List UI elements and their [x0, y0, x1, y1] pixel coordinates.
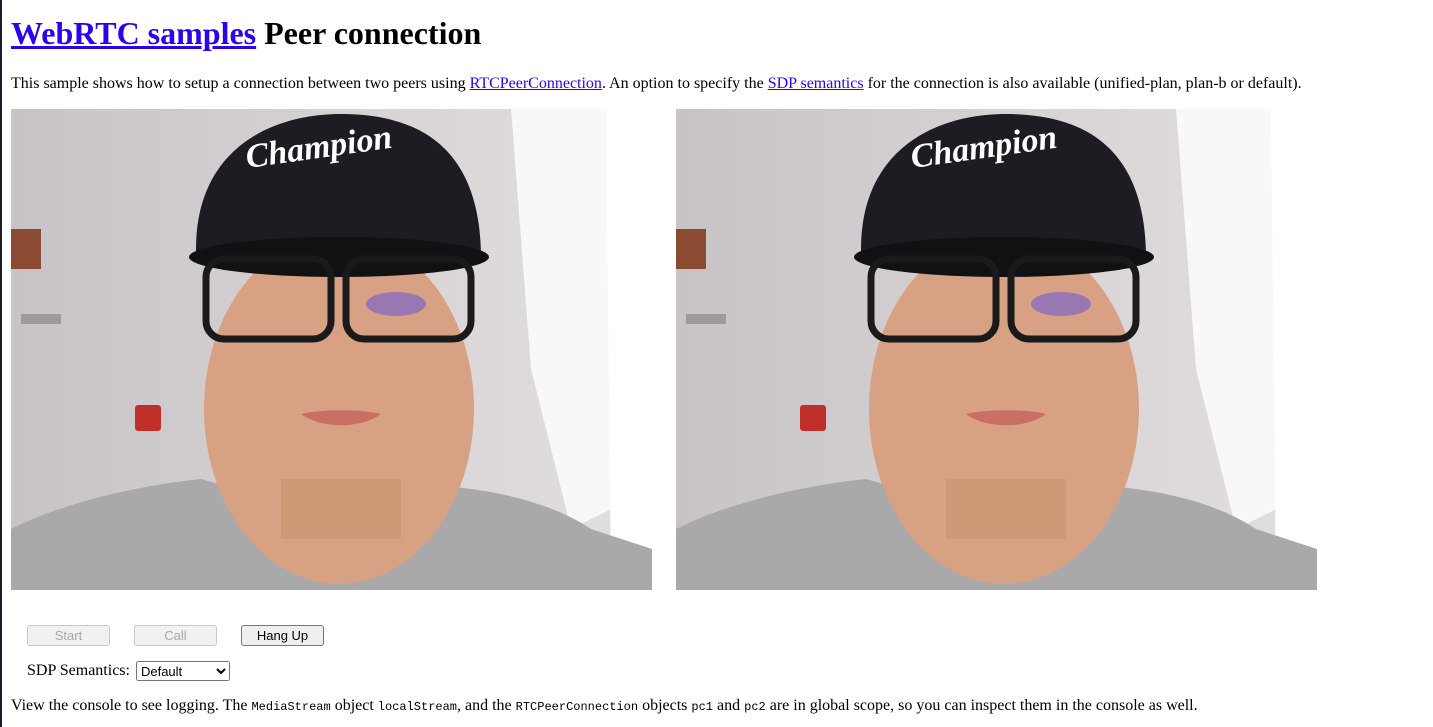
rtcpeerconnection-link[interactable]: RTCPeerConnection — [470, 75, 602, 92]
code-localstream: localStream — [377, 700, 457, 714]
page-heading: WebRTC samples Peer connection — [11, 13, 481, 53]
remote-video-frame: Champion — [676, 109, 1317, 590]
sdp-semantics-label: SDP Semantics: — [27, 662, 130, 679]
sdp-semantics-row: SDP Semantics: Default — [27, 661, 230, 682]
hang-up-button[interactable]: Hang Up — [241, 625, 324, 646]
code-pc1: pc1 — [691, 700, 714, 714]
call-button[interactable]: Call — [134, 625, 217, 646]
window-left-edge — [0, 0, 2, 727]
code-rtcpeerconnection: RTCPeerConnection — [515, 700, 639, 714]
footer-text-2: object — [330, 697, 378, 714]
remote-video: Champion — [676, 109, 1317, 590]
footer-paragraph: View the console to see logging. The Med… — [11, 696, 1198, 717]
intro-text-3: for the connection is also available (un… — [863, 75, 1302, 92]
local-video-frame: Champion — [11, 109, 652, 590]
sdp-semantics-link[interactable]: SDP semantics — [768, 75, 864, 92]
footer-text-6: are in global scope, so you can inspect … — [765, 697, 1198, 714]
footer-text-4: objects — [638, 697, 692, 714]
code-pc2: pc2 — [744, 700, 766, 714]
code-mediastream: MediaStream — [251, 700, 331, 714]
page-title: Peer connection — [264, 15, 482, 51]
sdp-semantics-select[interactable]: Default — [135, 661, 230, 682]
webrtc-samples-link[interactable]: WebRTC samples — [11, 15, 256, 51]
intro-paragraph: This sample shows how to setup a connect… — [11, 74, 1302, 94]
intro-text-1: This sample shows how to setup a connect… — [11, 75, 470, 92]
intro-text-2: . An option to specify the — [601, 75, 768, 92]
footer-text-5: and — [713, 697, 745, 714]
footer-text-3: , and the — [457, 697, 516, 714]
start-button[interactable]: Start — [27, 625, 110, 646]
footer-text-1: View the console to see logging. The — [11, 697, 252, 714]
local-video: Champion — [11, 109, 652, 590]
